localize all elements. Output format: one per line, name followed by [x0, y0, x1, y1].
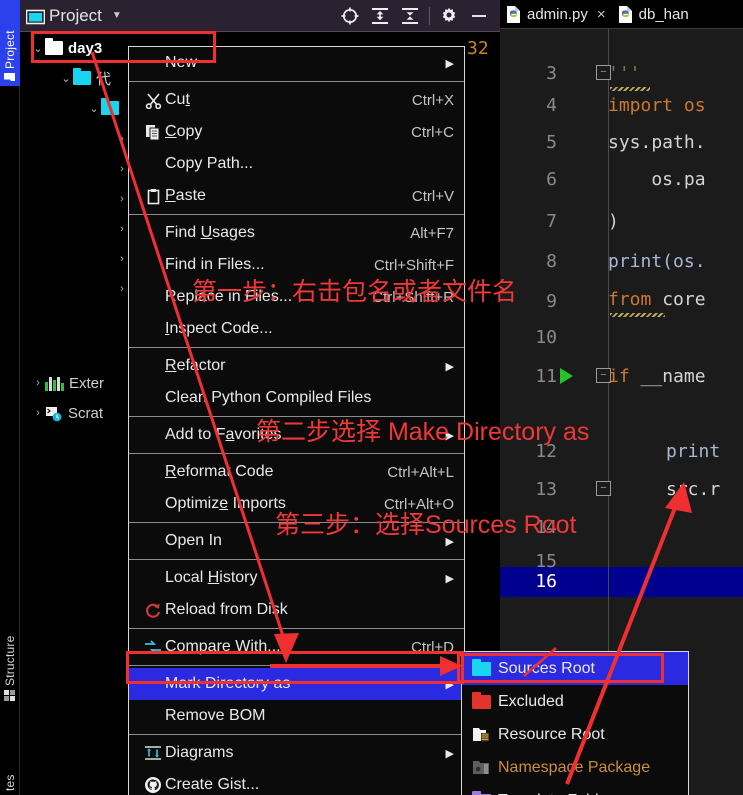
- pycharm-window: Project Structure tes Project ▼ ⌄ day3 ⌄…: [0, 0, 743, 795]
- annotation-step1: 第一步：右击包名或者文件名: [192, 278, 518, 306]
- annotation-step3: 第三步：选择Sources Root: [275, 511, 577, 539]
- annotation-step2: 第二步选择 Make Directory as: [256, 418, 590, 446]
- annotation-overlay: [90, 51, 692, 785]
